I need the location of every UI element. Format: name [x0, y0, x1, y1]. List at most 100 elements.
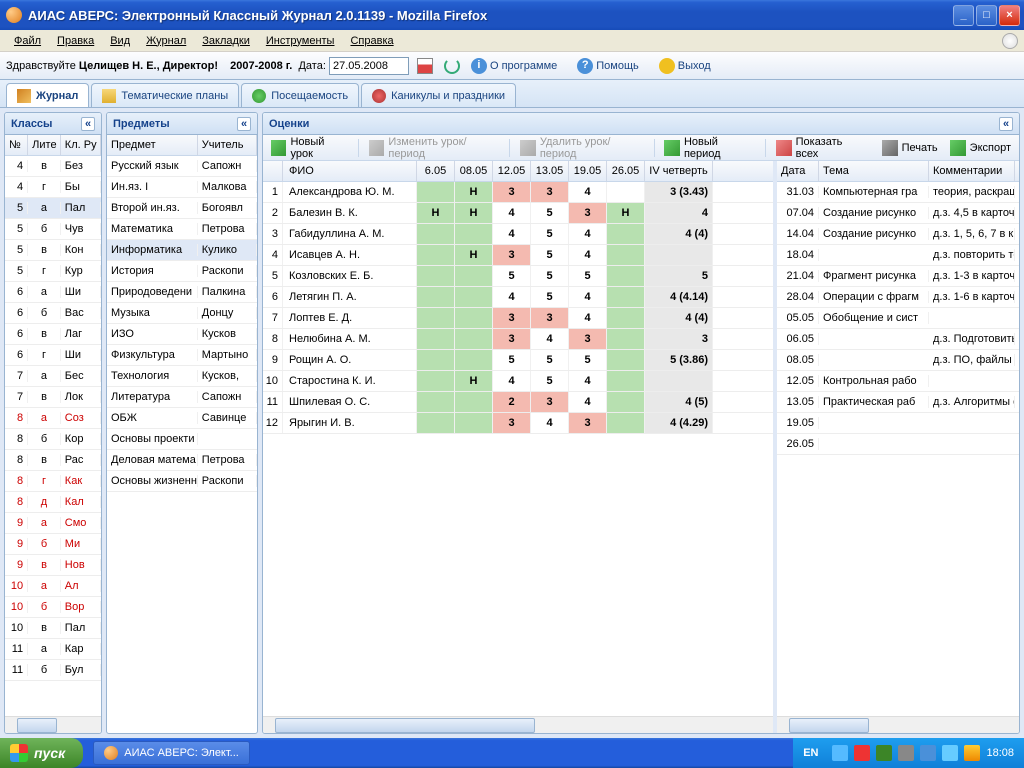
table-row[interactable]: 9вНов: [5, 555, 101, 576]
h-scrollbar[interactable]: [263, 716, 773, 733]
table-row[interactable]: 10бВор: [5, 597, 101, 618]
table-row[interactable]: 06.05д.з. Подготовить: [777, 329, 1019, 350]
table-row[interactable]: 19.05: [777, 413, 1019, 434]
table-row[interactable]: 14.04Создание рисункод.з. 1, 5, 6, 7 в к…: [777, 224, 1019, 245]
table-row[interactable]: 13.05Практическая рабд.з. Алгоритмы оп: [777, 392, 1019, 413]
tray-icon[interactable]: [964, 745, 980, 761]
h-scrollbar[interactable]: [5, 716, 101, 733]
tab-plans[interactable]: Тематические планы: [91, 83, 239, 107]
maximize-button[interactable]: □: [976, 5, 997, 26]
new-lesson-button[interactable]: Новый урок: [267, 134, 352, 162]
table-row[interactable]: ПриродоведениПалкина: [107, 282, 257, 303]
table-row[interactable]: 11бБул: [5, 660, 101, 681]
table-row[interactable]: 2Балезин В. К.НН453Н4: [263, 203, 773, 224]
col-quarter[interactable]: IV четверть: [645, 161, 713, 181]
tray-icon[interactable]: [898, 745, 914, 761]
table-row[interactable]: ОБЖСавинце: [107, 408, 257, 429]
table-row[interactable]: 12.05Контрольная рабо: [777, 371, 1019, 392]
menu-history[interactable]: Журнал: [138, 33, 194, 49]
table-row[interactable]: 5Козловских Е. Б.5555: [263, 266, 773, 287]
edit-button[interactable]: Изменить урок/период: [365, 134, 504, 162]
table-row[interactable]: 8гКак: [5, 471, 101, 492]
col-subject[interactable]: Предмет: [107, 135, 198, 155]
refresh-icon[interactable]: [444, 58, 460, 74]
col-index[interactable]: [263, 161, 283, 181]
table-row[interactable]: 8вРас: [5, 450, 101, 471]
tab-journal[interactable]: Журнал: [6, 83, 89, 107]
table-row[interactable]: 7вЛок: [5, 387, 101, 408]
exit-link[interactable]: Выход: [678, 60, 711, 72]
delete-button[interactable]: Удалить урок/период: [516, 134, 647, 162]
minimize-button[interactable]: _: [953, 5, 974, 26]
table-row[interactable]: Деловая матемаПетрова: [107, 450, 257, 471]
menu-edit[interactable]: Правка: [49, 33, 102, 49]
table-row[interactable]: 6аШи: [5, 282, 101, 303]
table-row[interactable]: 9бМи: [5, 534, 101, 555]
col-date-4[interactable]: 19.05: [569, 161, 607, 181]
tray-icon[interactable]: [854, 745, 870, 761]
col-date-3[interactable]: 13.05: [531, 161, 569, 181]
table-row[interactable]: 6вЛаг: [5, 324, 101, 345]
table-row[interactable]: 28.04Операции с фрагмд.з. 1-6 в карточк: [777, 287, 1019, 308]
menu-file[interactable]: Файл: [6, 33, 49, 49]
table-row[interactable]: Основы жизненнРаскопи: [107, 471, 257, 492]
col-topic[interactable]: Тема: [819, 161, 929, 181]
menu-view[interactable]: Вид: [102, 33, 138, 49]
table-row[interactable]: 8аСоз: [5, 408, 101, 429]
close-button[interactable]: ×: [999, 5, 1020, 26]
tray-icon[interactable]: [832, 745, 848, 761]
export-button[interactable]: Экспорт: [946, 138, 1015, 158]
table-row[interactable]: 4Исавцев А. Н.Н354: [263, 245, 773, 266]
table-row[interactable]: 08.05д.з. ПО, файлы: [777, 350, 1019, 371]
table-row[interactable]: ИсторияРаскопи: [107, 261, 257, 282]
table-row[interactable]: 31.03Компьютерная гратеория, раскраши: [777, 182, 1019, 203]
col-date-5[interactable]: 26.05: [607, 161, 645, 181]
collapse-icon[interactable]: «: [999, 117, 1013, 131]
table-row[interactable]: 6Летягин П. А.4544 (4.14): [263, 287, 773, 308]
table-row[interactable]: 5вКон: [5, 240, 101, 261]
taskbar-item[interactable]: АИАС АВЕРС: Элект...: [93, 741, 250, 765]
table-row[interactable]: 11Шпилевая О. С.2344 (5): [263, 392, 773, 413]
table-row[interactable]: ТехнологияКусков,: [107, 366, 257, 387]
table-row[interactable]: ЛитератураСапожн: [107, 387, 257, 408]
collapse-icon[interactable]: «: [237, 117, 251, 131]
menu-bookmarks[interactable]: Закладки: [194, 33, 258, 49]
table-row[interactable]: 7аБес: [5, 366, 101, 387]
col-teacher[interactable]: Кл. Ру: [61, 135, 101, 155]
table-row[interactable]: 07.04Создание рисункод.з. 4,5 в карточк: [777, 203, 1019, 224]
calendar-icon[interactable]: [417, 58, 433, 74]
table-row[interactable]: 8бКор: [5, 429, 101, 450]
table-row[interactable]: ИЗОКусков: [107, 324, 257, 345]
print-button[interactable]: Печать: [878, 138, 942, 158]
col-date-0[interactable]: 6.05: [417, 161, 455, 181]
col-num[interactable]: №: [5, 135, 28, 155]
table-row[interactable]: 8дКал: [5, 492, 101, 513]
table-row[interactable]: 05.05Обобщение и сист: [777, 308, 1019, 329]
table-row[interactable]: 4вБез: [5, 156, 101, 177]
table-row[interactable]: 8Нелюбина А. М.3433: [263, 329, 773, 350]
col-teacher[interactable]: Учитель: [198, 135, 257, 155]
table-row[interactable]: Русский языкСапожн: [107, 156, 257, 177]
language-indicator[interactable]: EN: [803, 747, 818, 759]
table-row[interactable]: МузыкаДонцу: [107, 303, 257, 324]
tray-icon[interactable]: [942, 745, 958, 761]
h-scrollbar[interactable]: [777, 716, 1019, 733]
table-row[interactable]: Ин.яз. IМалкова: [107, 177, 257, 198]
help-link[interactable]: Помощь: [596, 60, 639, 72]
table-row[interactable]: 3Габидуллина А. М.4544 (4): [263, 224, 773, 245]
collapse-icon[interactable]: «: [81, 117, 95, 131]
menu-tools[interactable]: Инструменты: [258, 33, 343, 49]
table-row[interactable]: 12Ярыгин И. В.3434 (4.29): [263, 413, 773, 434]
new-period-button[interactable]: Новый период: [660, 134, 759, 162]
table-row[interactable]: 21.04Фрагмент рисункад.з. 1-3 в карточк: [777, 266, 1019, 287]
col-date-2[interactable]: 12.05: [493, 161, 531, 181]
info-icon[interactable]: i: [471, 58, 487, 74]
table-row[interactable]: 10аАл: [5, 576, 101, 597]
exit-icon[interactable]: [659, 58, 675, 74]
table-row[interactable]: 6бВас: [5, 303, 101, 324]
col-date[interactable]: Дата: [777, 161, 819, 181]
table-row[interactable]: 5гКур: [5, 261, 101, 282]
table-row[interactable]: 5бЧув: [5, 219, 101, 240]
table-row[interactable]: 1Александрова Ю. М.Н3343 (3.43): [263, 182, 773, 203]
menu-help[interactable]: Справка: [342, 33, 401, 49]
